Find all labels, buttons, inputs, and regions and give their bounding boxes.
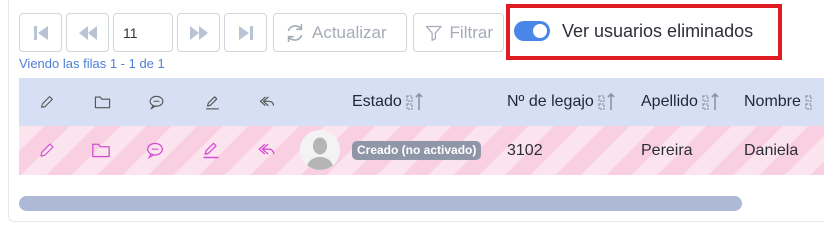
horizontal-scrollbar[interactable] bbox=[19, 196, 824, 211]
signature-icon bbox=[200, 90, 224, 114]
user-avatar-icon bbox=[300, 130, 340, 170]
folder-icon bbox=[90, 90, 114, 114]
legajo-cell: 3102 bbox=[507, 141, 543, 159]
avatar bbox=[300, 130, 340, 170]
column-label: Apellido bbox=[641, 93, 698, 110]
sort-icon[interactable] bbox=[702, 92, 720, 112]
comment-icon bbox=[144, 90, 168, 114]
fast-forward-icon bbox=[189, 25, 208, 40]
folder-icon[interactable] bbox=[89, 138, 113, 162]
last-page-icon bbox=[238, 25, 253, 40]
rewind-icon bbox=[78, 25, 97, 40]
filter-icon bbox=[425, 25, 442, 41]
column-header-apellido[interactable]: Apellido bbox=[641, 78, 720, 126]
first-page-button[interactable] bbox=[19, 13, 62, 52]
show-deleted-users-control[interactable]: Ver usuarios eliminados bbox=[514, 16, 753, 46]
table-header: Estado Nº de legajo Apellido Nombre bbox=[19, 78, 824, 126]
pencil-icon[interactable] bbox=[35, 138, 59, 162]
filter-button[interactable]: Filtrar bbox=[413, 13, 504, 52]
last-page-button[interactable] bbox=[224, 13, 267, 52]
sort-icon[interactable] bbox=[598, 92, 616, 112]
previous-page-button[interactable] bbox=[66, 13, 109, 52]
next-page-button[interactable] bbox=[177, 13, 220, 52]
column-header-legajo[interactable]: Nº de legajo bbox=[507, 78, 616, 126]
show-deleted-label: Ver usuarios eliminados bbox=[562, 20, 754, 41]
comment-icon[interactable] bbox=[143, 138, 167, 162]
refresh-label: Actualizar bbox=[312, 22, 387, 42]
filter-label: Filtrar bbox=[449, 22, 493, 42]
page-number-input[interactable] bbox=[113, 13, 173, 52]
table-row[interactable]: Creado (no activado) 3102 Pereira Daniel… bbox=[19, 126, 824, 175]
sort-icon[interactable] bbox=[805, 92, 823, 112]
refresh-icon bbox=[287, 23, 303, 42]
nombre-cell: Daniela bbox=[744, 141, 799, 159]
column-label: Nombre bbox=[744, 93, 801, 110]
pencil-icon bbox=[35, 90, 59, 114]
show-deleted-toggle[interactable] bbox=[514, 21, 550, 41]
refresh-button[interactable]: Actualizar bbox=[273, 13, 407, 52]
scrollbar-thumb[interactable] bbox=[19, 196, 742, 211]
reply-icon[interactable] bbox=[254, 138, 278, 162]
column-label: Nº de legajo bbox=[507, 93, 594, 110]
rows-info: Viendo las filas 1 - 1 de 1 bbox=[19, 56, 165, 71]
signature-icon[interactable] bbox=[199, 138, 223, 162]
status-badge: Creado (no activado) bbox=[352, 141, 482, 160]
column-header-nombre[interactable]: Nombre bbox=[744, 78, 823, 126]
sort-icon[interactable] bbox=[406, 92, 424, 112]
column-label: Estado bbox=[352, 93, 402, 110]
first-page-icon bbox=[33, 25, 48, 40]
reply-icon bbox=[255, 90, 279, 114]
apellido-cell: Pereira bbox=[641, 141, 693, 159]
column-header-estado[interactable]: Estado bbox=[352, 78, 424, 126]
